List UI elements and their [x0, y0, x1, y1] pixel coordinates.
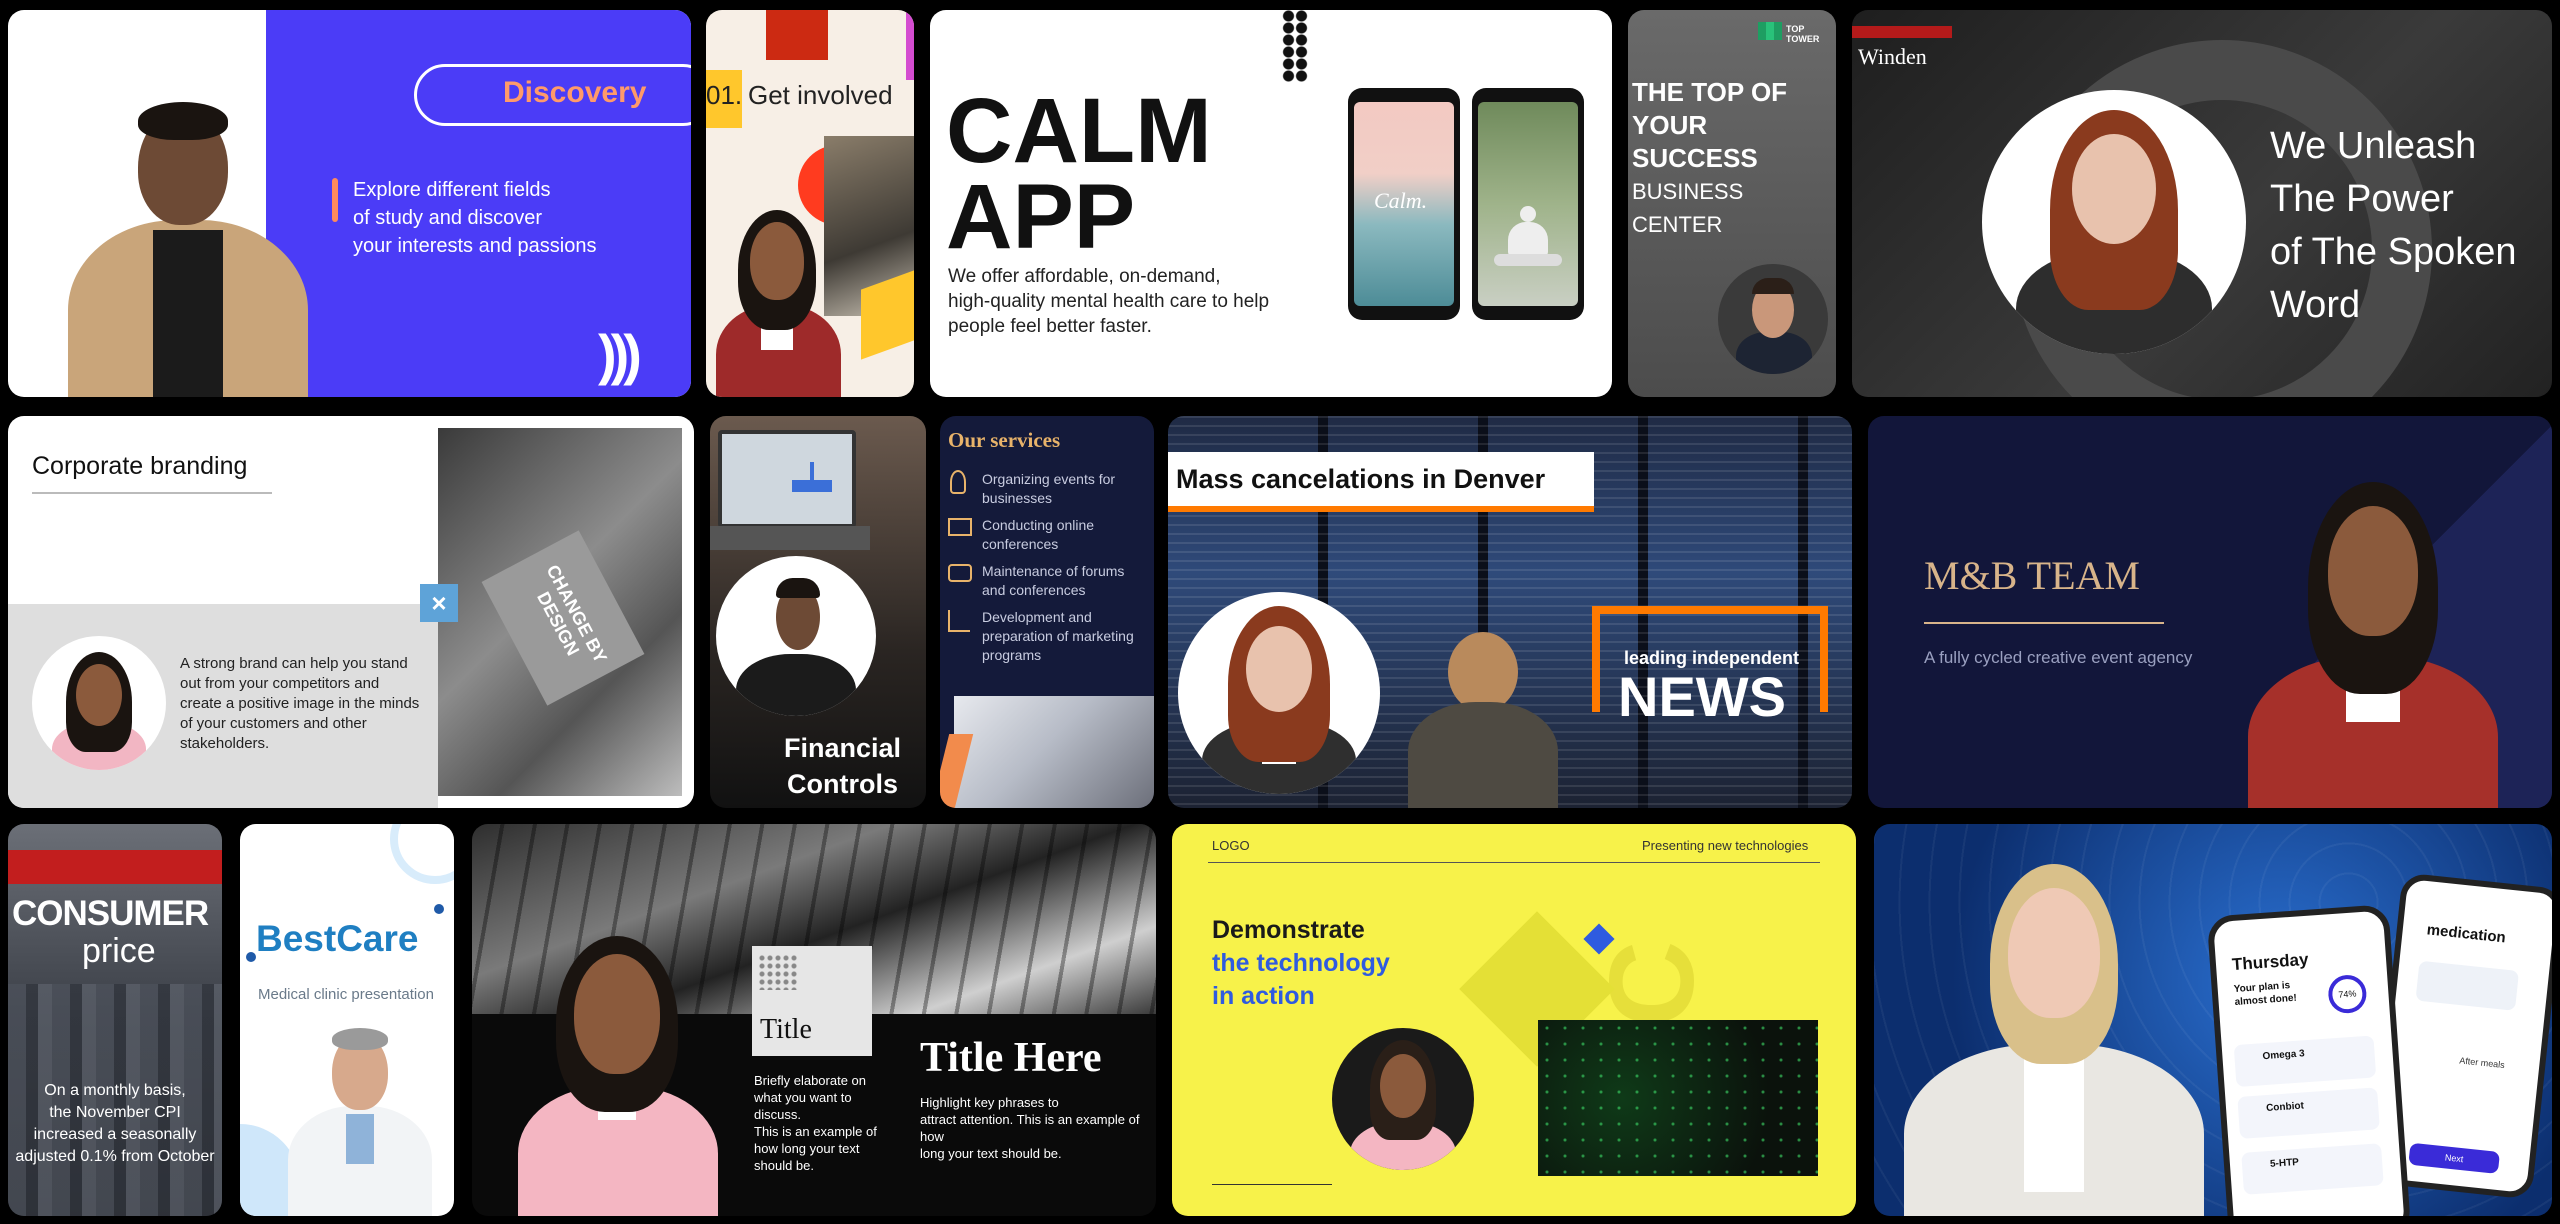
big-title: Title Here — [920, 1035, 1102, 1081]
tile-winden[interactable]: Winden We Unleash The Power of The Spoke… — [1852, 10, 2552, 397]
tower-text: THE TOP OF YOUR SUCCESS BUSINESS CENTER — [1632, 77, 1788, 237]
tile-corporate-branding[interactable]: Corporate branding A strong brand can he… — [8, 416, 694, 808]
tower-logo: TOP TOWER — [1786, 24, 1820, 44]
hexagon-dots — [1282, 10, 1308, 82]
service-item-1: Organizing events for businesses — [946, 470, 1146, 510]
consumer-l2: price — [82, 932, 156, 970]
tech-heading: Demonstrate the technology in action — [1212, 916, 1390, 1010]
discovery-text: Explore different fields of study and di… — [353, 179, 597, 257]
mb-subtitle: A fully cycled creative event agency — [1924, 648, 2193, 667]
winden-headline: We Unleash The Power of The Spoken Word — [2270, 125, 2517, 326]
tile-mb-team[interactable]: M&B TEAM A fully cycled creative event a… — [1868, 416, 2552, 808]
tile-discovery[interactable]: Discovery Explore different fields of st… — [8, 10, 691, 397]
discovery-accent-bar — [332, 178, 338, 222]
tile-bestcare[interactable]: BestCare Medical clinic presentation — [240, 824, 454, 1216]
consumer-l1: CONSUMER — [12, 894, 209, 933]
presenter-woman-circle — [1982, 90, 2246, 354]
presenter-woman-blonde — [1904, 864, 2204, 1216]
close-icon[interactable]: × — [420, 584, 458, 622]
tile-calm-app[interactable]: CALM APP We offer affordable, on-demand,… — [930, 10, 1612, 397]
presenter-woman — [512, 924, 722, 1216]
next-button[interactable]: Next — [2408, 1142, 2501, 1174]
progress-ring: 74% — [2327, 973, 2368, 1015]
presenter-man-circle — [716, 556, 876, 716]
monitor-icon — [948, 518, 972, 536]
doctor — [280, 1014, 440, 1216]
involved-title: Get involved — [748, 80, 893, 110]
branding-title: Corporate branding — [32, 452, 248, 480]
news-headline: Mass cancelations in Denver — [1176, 464, 1546, 494]
news-big: NEWS — [1618, 665, 1786, 728]
tile-consumer-price[interactable]: CONSUMER price On a monthly basis, the N… — [8, 824, 222, 1216]
financial-text: Financial Controls — [784, 733, 902, 799]
tile-financial-controls[interactable]: Financial Controls — [710, 416, 926, 808]
presenter-woman — [706, 200, 846, 397]
presenter-woman-circle — [1332, 1028, 1474, 1170]
arrow-line — [1212, 1184, 1332, 1185]
chat-icon — [948, 564, 972, 582]
mb-title: M&B TEAM — [1924, 553, 2140, 598]
tile-our-services[interactable]: Our services Organizing events for busine… — [940, 416, 1154, 808]
calm-description: We offer affordable, on-demand, high-qua… — [948, 266, 1270, 337]
tower-logo-icon — [1758, 22, 1782, 40]
tech-video-panel — [1538, 1020, 1818, 1176]
dot-icon — [434, 904, 444, 914]
tech-header-right: Presenting new technologies — [1642, 838, 1809, 853]
bestcare-title: BestCare — [256, 918, 419, 959]
tile-title-here[interactable]: Title Briefly elaborate on what you want… — [472, 824, 1156, 1216]
small-title: Title — [760, 1014, 812, 1045]
stairs-icon — [948, 610, 970, 632]
calm-title-2: APP — [946, 166, 1136, 268]
tile-get-involved[interactable]: 01. Get involved — [706, 10, 914, 397]
presenter-woman-circle — [1178, 592, 1380, 794]
person-icon — [950, 470, 966, 494]
phone-meditation — [1472, 88, 1584, 320]
phone-front: Thursday Your plan is almost done! 74% O… — [2206, 904, 2412, 1216]
phone-calm: Calm. — [1348, 88, 1460, 320]
calm-title-1: CALM — [946, 80, 1212, 182]
involved-number: 01. — [706, 80, 743, 110]
discovery-title: Discovery — [503, 76, 647, 109]
desk-photo: CHANGE BY DESIGN — [438, 428, 682, 796]
office-meeting-photo — [954, 696, 1154, 808]
presenter-woman-avatar — [32, 636, 166, 770]
traveler — [1408, 632, 1558, 808]
service-item-3: Maintenance of forums and conferences — [946, 562, 1146, 602]
tile-technology[interactable]: LOGO Presenting new technologies AC Demo… — [1172, 824, 1856, 1216]
presenter-woman — [2228, 466, 2518, 808]
small-title-text: Briefly elaborate on what you want to di… — [754, 1073, 877, 1173]
bestcare-subtitle: Medical clinic presentation — [258, 986, 434, 1003]
presenter-man-avatar — [1718, 264, 1828, 374]
services-title: Our services — [948, 428, 1061, 452]
tile-medication-app[interactable]: medication After meals Next Thursday You… — [1874, 824, 2552, 1216]
winden-brand: Winden — [1858, 44, 1927, 69]
service-item-4: Development and preparation of marketing p… — [946, 608, 1146, 668]
service-item-2: Conducting online conferences — [946, 516, 1146, 556]
laptop — [718, 430, 856, 528]
tech-logo: LOGO — [1212, 838, 1250, 853]
tile-top-tower[interactable]: TOP TOWER THE TOP OF YOUR SUCCESS BUSINE… — [1628, 10, 1836, 397]
big-title-text: Highlight key phrases to attract attenti… — [920, 1095, 1140, 1161]
presenter-man — [48, 90, 338, 397]
branding-text: A strong brand can help you stand out fr… — [180, 655, 420, 752]
chevrons-icon: ))) — [598, 323, 642, 386]
consumer-body: On a monthly basis, the November CPI inc… — [15, 1082, 215, 1165]
tile-news[interactable]: Mass cancelations in Denver leading inde… — [1168, 416, 1852, 808]
